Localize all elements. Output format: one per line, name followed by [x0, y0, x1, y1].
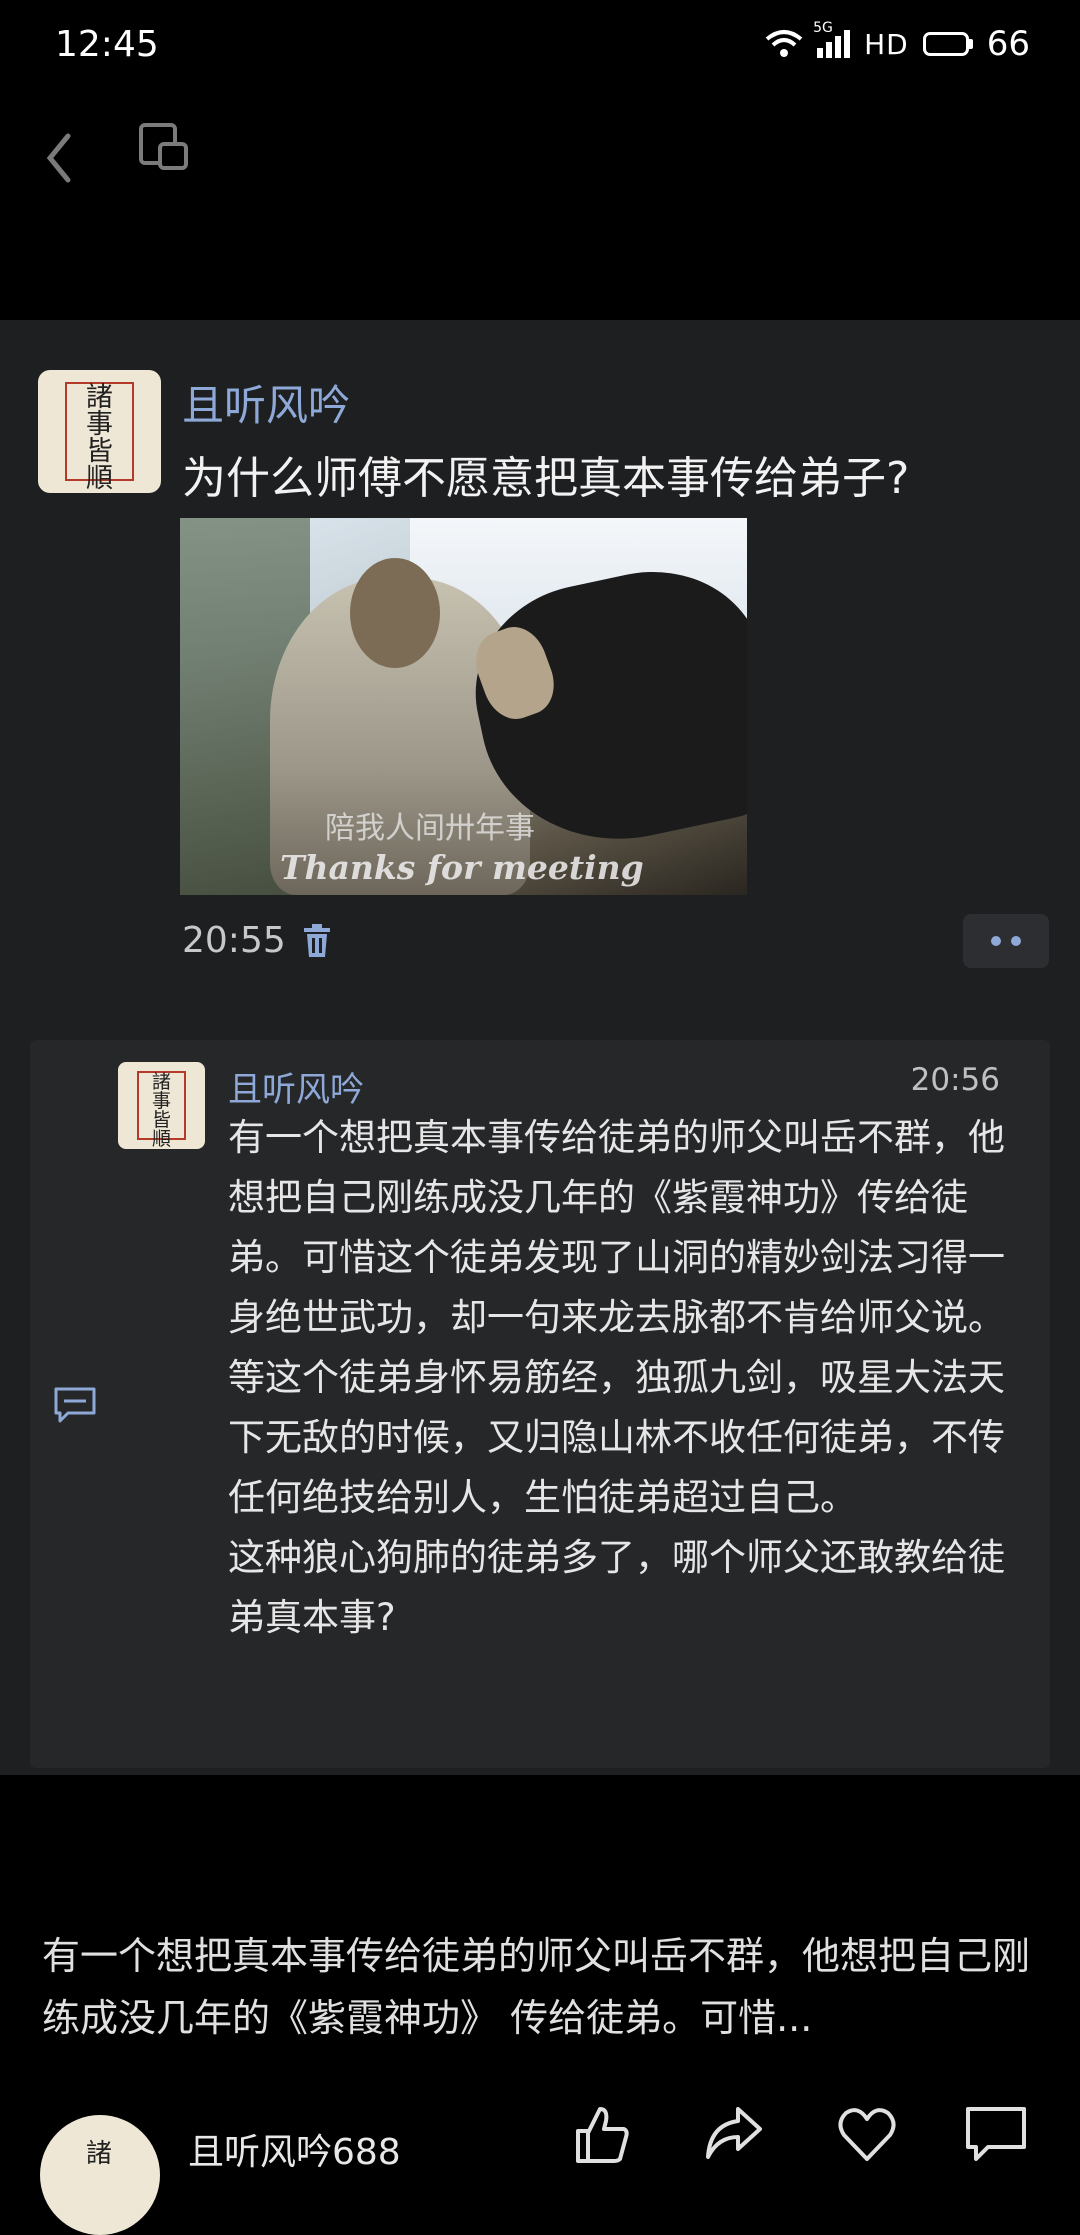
comment-bubble-icon[interactable]: [964, 2105, 1028, 2165]
heart-icon[interactable]: [836, 2105, 898, 2165]
status-icons: 5G HD 66: [765, 20, 1030, 64]
signal-icon: 5G: [813, 20, 851, 58]
reply-paragraph: 等这个徒弟身怀易筋经，独孤九剑，吸星大法天下无敌的时候，又归隐山林不收任何徒弟，…: [228, 1356, 1005, 1519]
comment-icon[interactable]: [52, 1385, 98, 1425]
reply-author-avatar[interactable]: 諸 事 皆 順: [118, 1062, 205, 1149]
trash-icon[interactable]: [302, 924, 332, 958]
wifi-icon: [765, 30, 803, 57]
network-type: 5G: [813, 20, 833, 36]
post-timestamp: 20:55: [182, 920, 286, 961]
reply-body: 有一个想把真本事传给徒弟的师父叫岳不群，他想把自己刚练成没几年的《紫霞神功》传给…: [228, 1108, 1018, 1648]
share-icon[interactable]: [702, 2105, 764, 2165]
reply-card: 諸 事 皆 順 且听风吟 20:56 有一个想把真本事传给徒弟的师父叫岳不群，他…: [30, 1040, 1050, 1768]
status-bar: 12:45 5G HD 66: [0, 0, 1080, 95]
post-preview-text[interactable]: 有一个想把真本事传给徒弟的师父叫岳不群，他想把自己刚练成没几年的《紫霞神功》 传…: [42, 1925, 1052, 2049]
floating-window-icon[interactable]: [138, 122, 190, 172]
reply-paragraph: 这种狼心狗肺的徒弟多了，哪个师父还敢教给徒弟真本事?: [228, 1536, 1005, 1639]
thumbs-up-icon[interactable]: [572, 2105, 632, 2165]
video-subtitle-cn: 陪我人间卅年事: [325, 811, 535, 846]
reply-author-name[interactable]: 且听风吟: [228, 1062, 364, 1111]
user-avatar[interactable]: 諸: [40, 2115, 160, 2235]
post-title: 为什么师傅不愿意把真本事传给弟子?: [182, 453, 910, 504]
username[interactable]: 且听风吟688: [188, 2123, 401, 2175]
post-panel: 諸 事 皆 順 且听风吟 为什么师傅不愿意把真本事传给弟子? 陪我人间卅年事 T…: [0, 320, 1080, 1775]
back-chevron-icon[interactable]: [38, 128, 78, 188]
bottom-action-bar: 諸 且听风吟688: [0, 2105, 1080, 2235]
reply-paragraph: 有一个想把真本事传给徒弟的师父叫岳不群，他想把自己刚练成没几年的《紫霞神功》传给…: [228, 1116, 1005, 1339]
battery-level: 66: [986, 24, 1030, 64]
reply-timestamp: 20:56: [910, 1062, 1000, 1098]
clock: 12:45: [55, 24, 159, 65]
video-thumbnail[interactable]: 陪我人间卅年事 Thanks for meeting: [180, 518, 747, 895]
hd-indicator: HD: [864, 27, 909, 61]
post-author-name[interactable]: 且听风吟: [182, 372, 350, 433]
post-author-avatar[interactable]: 諸 事 皆 順: [38, 370, 161, 493]
battery-icon: [922, 32, 973, 56]
video-subtitle-en: Thanks for meeting: [280, 848, 644, 887]
more-options-button[interactable]: [963, 914, 1049, 968]
